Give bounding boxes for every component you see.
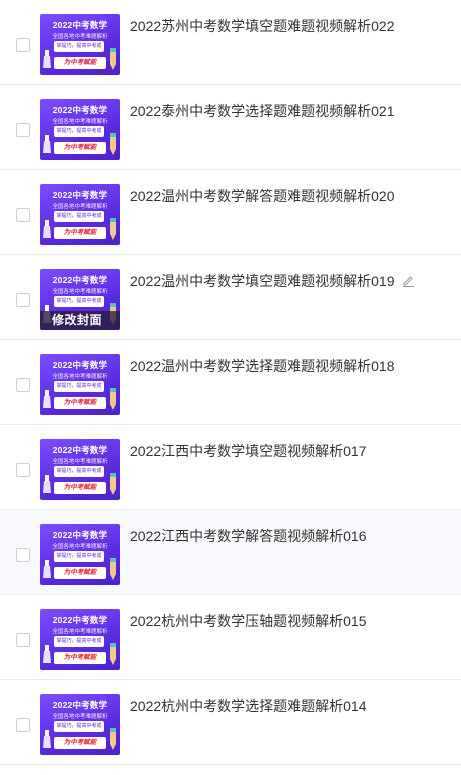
- pencil-icon: [110, 473, 116, 495]
- thumbnail-subtitle: 全国各地中考难题解析: [52, 289, 108, 295]
- video-title[interactable]: 2022温州中考数学选择题难题视频解析018: [130, 358, 395, 374]
- pencil-icon: [110, 388, 116, 410]
- thumbnail-bottom-banner: 为中考赋能: [54, 482, 106, 494]
- flask-icon: [43, 730, 51, 748]
- pencil-icon: [110, 558, 116, 580]
- video-title[interactable]: 2022温州中考数学填空题难题视频解析019: [130, 273, 395, 289]
- video-list: 2022中考数学 全国各地中考难题解析 掌提巧，提高中考成分! 为中考赋能 20…: [0, 0, 461, 765]
- thumbnail-subtitle: 全国各地中考难题解析: [52, 374, 108, 380]
- thumbnail-title: 2022中考数学: [52, 275, 108, 285]
- video-title[interactable]: 2022杭州中考数学压轴题视频解析015: [130, 613, 367, 629]
- thumbnail-bottom-banner: 为中考赋能: [54, 227, 106, 239]
- thumbnail-bottom-banner: 为中考赋能: [54, 142, 106, 154]
- thumbnail-title: 2022中考数学: [52, 530, 108, 540]
- pencil-icon: [110, 48, 116, 70]
- video-thumbnail[interactable]: 2022中考数学 全国各地中考难题解析 掌提巧，提高中考成分! 为中考赋能: [40, 694, 120, 755]
- thumbnail-card: 掌提巧，提高中考成分!: [54, 551, 104, 570]
- video-thumbnail[interactable]: 2022中考数学 全国各地中考难题解析 掌提巧，提高中考成分! 修改封面: [40, 269, 120, 330]
- flask-icon: [43, 475, 51, 493]
- video-title[interactable]: 2022温州中考数学解答题难题视频解析020: [130, 188, 395, 204]
- thumbnail-title: 2022中考数学: [52, 105, 108, 115]
- list-item[interactable]: 2022中考数学 全国各地中考难题解析 掌提巧，提高中考成分! 为中考赋能 20…: [0, 510, 461, 595]
- thumbnail-subtitle: 全国各地中考难题解析: [52, 119, 108, 125]
- pencil-icon: [110, 643, 116, 665]
- edit-cover-button[interactable]: 修改封面: [40, 311, 120, 330]
- list-item[interactable]: 2022中考数学 全国各地中考难题解析 掌提巧，提高中考成分! 为中考赋能 20…: [0, 595, 461, 680]
- select-checkbox[interactable]: [16, 463, 30, 477]
- pencil-icon: [110, 728, 116, 750]
- thumbnail-title: 2022中考数学: [52, 190, 108, 200]
- flask-icon: [43, 560, 51, 578]
- select-checkbox[interactable]: [16, 123, 30, 137]
- video-title[interactable]: 2022江西中考数学填空题视频解析017: [130, 443, 367, 459]
- video-title[interactable]: 2022杭州中考数学选择题难题解析014: [130, 698, 367, 714]
- thumbnail-card: 掌提巧，提高中考成分!: [54, 636, 104, 655]
- select-checkbox[interactable]: [16, 633, 30, 647]
- video-thumbnail[interactable]: 2022中考数学 全国各地中考难题解析 掌提巧，提高中考成分! 为中考赋能: [40, 439, 120, 500]
- thumbnail-title: 2022中考数学: [52, 360, 108, 370]
- list-item[interactable]: 2022中考数学 全国各地中考难题解析 掌提巧，提高中考成分! 为中考赋能 20…: [0, 85, 461, 170]
- video-thumbnail[interactable]: 2022中考数学 全国各地中考难题解析 掌提巧，提高中考成分! 为中考赋能: [40, 609, 120, 670]
- video-thumbnail[interactable]: 2022中考数学 全国各地中考难题解析 掌提巧，提高中考成分! 为中考赋能: [40, 14, 120, 75]
- video-title[interactable]: 2022苏州中考数学填空题难题视频解析022: [130, 18, 395, 34]
- flask-icon: [43, 645, 51, 663]
- flask-icon: [43, 220, 51, 238]
- flask-icon: [43, 390, 51, 408]
- thumbnail-title: 2022中考数学: [52, 445, 108, 455]
- thumbnail-title: 2022中考数学: [52, 615, 108, 625]
- thumbnail-card: 掌提巧，提高中考成分!: [54, 211, 104, 230]
- thumbnail-subtitle: 全国各地中考难题解析: [52, 544, 108, 550]
- select-checkbox[interactable]: [16, 378, 30, 392]
- thumbnail-card: 掌提巧，提高中考成分!: [54, 41, 104, 60]
- thumbnail-bottom-banner: 为中考赋能: [54, 397, 106, 409]
- thumbnail-subtitle: 全国各地中考难题解析: [52, 459, 108, 465]
- thumbnail-bottom-banner: 为中考赋能: [54, 567, 106, 579]
- list-item[interactable]: 2022中考数学 全国各地中考难题解析 掌提巧，提高中考成分! 为中考赋能 20…: [0, 425, 461, 510]
- thumbnail-subtitle: 全国各地中考难题解析: [52, 34, 108, 40]
- thumbnail-card: 掌提巧，提高中考成分!: [54, 126, 104, 145]
- video-thumbnail[interactable]: 2022中考数学 全国各地中考难题解析 掌提巧，提高中考成分! 为中考赋能: [40, 99, 120, 160]
- thumbnail-subtitle: 全国各地中考难题解析: [52, 629, 108, 635]
- select-checkbox[interactable]: [16, 38, 30, 52]
- thumbnail-bottom-banner: 为中考赋能: [54, 737, 106, 749]
- list-item[interactable]: 2022中考数学 全国各地中考难题解析 掌提巧，提高中考成分! 为中考赋能 20…: [0, 340, 461, 425]
- thumbnail-card: 掌提巧，提高中考成分!: [54, 721, 104, 740]
- list-item[interactable]: 2022中考数学 全国各地中考难题解析 掌提巧，提高中考成分! 为中考赋能 20…: [0, 170, 461, 255]
- pencil-icon: [110, 133, 116, 155]
- video-title[interactable]: 2022江西中考数学解答题视频解析016: [130, 528, 367, 544]
- thumbnail-card: 掌提巧，提高中考成分!: [54, 466, 104, 485]
- video-thumbnail[interactable]: 2022中考数学 全国各地中考难题解析 掌提巧，提高中考成分! 为中考赋能: [40, 354, 120, 415]
- select-checkbox[interactable]: [16, 208, 30, 222]
- thumbnail-card: 掌提巧，提高中考成分!: [54, 296, 104, 315]
- thumbnail-bottom-banner: 为中考赋能: [54, 57, 106, 69]
- list-item[interactable]: 2022中考数学 全国各地中考难题解析 掌提巧，提高中考成分! 为中考赋能 20…: [0, 680, 461, 765]
- video-title[interactable]: 2022泰州中考数学选择题难题视频解析021: [130, 103, 395, 119]
- video-thumbnail[interactable]: 2022中考数学 全国各地中考难题解析 掌提巧，提高中考成分! 为中考赋能: [40, 184, 120, 245]
- select-checkbox[interactable]: [16, 293, 30, 307]
- thumbnail-card: 掌提巧，提高中考成分!: [54, 381, 104, 400]
- select-checkbox[interactable]: [16, 718, 30, 732]
- thumbnail-title: 2022中考数学: [52, 20, 108, 30]
- pencil-icon: [110, 218, 116, 240]
- thumbnail-subtitle: 全国各地中考难题解析: [52, 714, 108, 720]
- thumbnail-bottom-banner: 为中考赋能: [54, 652, 106, 664]
- flask-icon: [43, 135, 51, 153]
- video-thumbnail[interactable]: 2022中考数学 全国各地中考难题解析 掌提巧，提高中考成分! 为中考赋能: [40, 524, 120, 585]
- list-item[interactable]: 2022中考数学 全国各地中考难题解析 掌提巧，提高中考成分! 为中考赋能 20…: [0, 0, 461, 85]
- thumbnail-subtitle: 全国各地中考难题解析: [52, 204, 108, 210]
- list-item[interactable]: 2022中考数学 全国各地中考难题解析 掌提巧，提高中考成分! 修改封面 202…: [0, 255, 461, 340]
- thumbnail-title: 2022中考数学: [52, 700, 108, 710]
- flask-icon: [43, 50, 51, 68]
- edit-pencil-icon[interactable]: [402, 274, 415, 287]
- select-checkbox[interactable]: [16, 548, 30, 562]
